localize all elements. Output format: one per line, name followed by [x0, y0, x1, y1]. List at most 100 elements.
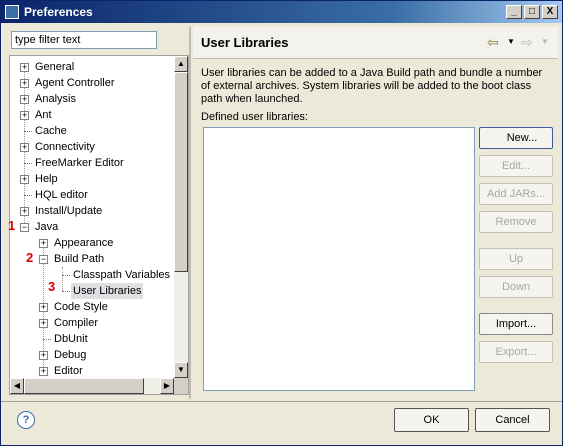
tree-item[interactable]: + General — [10, 59, 174, 75]
remove-button: Remove — [479, 211, 553, 233]
edit-button: Edit... — [479, 155, 553, 177]
expand-icon[interactable]: + — [39, 319, 48, 328]
tree-item[interactable]: − Java — [10, 219, 174, 235]
tree-horizontal-scrollbar[interactable]: ◀ ▶ — [10, 378, 174, 394]
scroll-left-icon[interactable]: ◀ — [10, 378, 24, 394]
tree-item[interactable]: User Libraries — [10, 283, 174, 299]
expand-icon[interactable]: + — [39, 367, 48, 376]
tree-item-label: Help — [35, 173, 58, 185]
tree-item[interactable]: + Appearance — [10, 235, 174, 251]
expand-icon[interactable]: + — [39, 303, 48, 312]
tree-item-label: Connectivity — [35, 141, 95, 153]
tree-item-label: Agent Controller — [35, 77, 115, 89]
preference-navigation: + General + Agent Controller + Analysis + Ant Ca… — [5, 27, 189, 399]
cancel-button[interactable]: Cancel — [475, 408, 550, 432]
tree-item-label: User Libraries — [71, 283, 144, 299]
ok-button[interactable]: OK — [394, 408, 469, 432]
tree-item-label: Debug — [54, 349, 87, 361]
tree-item-label: Install/Update — [35, 205, 103, 217]
preference-page: User Libraries ⇦ ▼ ⇨ ▼ User libraries ca… — [193, 27, 558, 399]
filter-input[interactable] — [11, 31, 157, 49]
export-button: Export... — [479, 341, 553, 363]
hscroll-thumb[interactable] — [24, 378, 144, 394]
expand-icon[interactable]: + — [20, 111, 29, 120]
tree-item[interactable]: + Install/Update — [10, 203, 174, 219]
tree-item-label: DbUnit — [54, 333, 88, 345]
expand-icon[interactable]: + — [20, 175, 29, 184]
tree-item[interactable]: Classpath Variables — [10, 267, 174, 283]
scroll-right-icon[interactable]: ▶ — [160, 378, 174, 394]
scroll-thumb[interactable] — [174, 72, 188, 272]
defined-libraries-label: Defined user libraries: — [201, 111, 308, 123]
import-button[interactable]: Import... — [479, 313, 553, 335]
tree-item[interactable]: + Help — [10, 171, 174, 187]
tree-item-label: FreeMarker Editor — [35, 157, 124, 169]
new-button[interactable]: New... — [479, 127, 553, 149]
tree-item[interactable]: Cache — [10, 123, 174, 139]
tree-item-label: Classpath Variables — [73, 269, 171, 281]
app-icon — [5, 5, 19, 19]
collapse-icon[interactable]: − — [39, 255, 48, 264]
tree-vertical-scrollbar[interactable]: ▲ ▼ — [174, 56, 188, 378]
scroll-corner — [174, 378, 188, 394]
window-title: Preferences — [24, 5, 93, 19]
expand-icon[interactable]: + — [39, 239, 48, 248]
tree-item-label: HQL editor — [35, 189, 88, 201]
tree-item[interactable]: FreeMarker Editor — [10, 155, 174, 171]
tree-item[interactable]: + Debug — [10, 347, 174, 363]
page-description: User libraries can be added to a Java Bu… — [201, 67, 543, 105]
help-icon[interactable]: ? — [17, 411, 35, 429]
tree-item-label: Appearance — [54, 237, 114, 249]
tree-leaf-connector — [43, 339, 51, 340]
tree-item[interactable]: + Connectivity — [10, 139, 174, 155]
tree-item[interactable]: + Code Style — [10, 299, 174, 315]
tree-item[interactable]: + Ant — [10, 107, 174, 123]
preferences-window: Preferences _ □ X + General + Agent Control… — [0, 0, 563, 446]
tree-leaf-connector — [24, 163, 32, 164]
tree-item-label: General — [35, 61, 75, 73]
back-dropdown-icon[interactable]: ▼ — [507, 37, 515, 46]
expand-icon[interactable]: + — [20, 207, 29, 216]
expand-icon[interactable]: + — [20, 95, 29, 104]
close-button[interactable]: X — [542, 5, 558, 19]
page-title: User Libraries — [201, 35, 289, 50]
tree-leaf-connector — [24, 131, 32, 132]
tree-item[interactable]: HQL editor — [10, 187, 174, 203]
bottom-separator — [1, 401, 562, 402]
tree-item[interactable]: + Agent Controller — [10, 75, 174, 91]
down-button: Down — [479, 276, 553, 298]
tree-item[interactable]: DbUnit — [10, 331, 174, 347]
tree-item[interactable]: + Compiler — [10, 315, 174, 331]
up-button: Up — [479, 248, 553, 270]
title-bar: Preferences _ □ X — [1, 1, 562, 23]
annotation-marker-3: 3 — [48, 279, 56, 294]
tree-item-label: Java — [35, 221, 59, 233]
tree-item[interactable]: + Analysis — [10, 91, 174, 107]
page-header: User Libraries ⇦ ▼ ⇨ ▼ — [193, 27, 558, 59]
tree-item-label: Editor — [54, 365, 83, 377]
pane-sash[interactable] — [189, 27, 191, 399]
expand-icon[interactable]: + — [39, 351, 48, 360]
tree-leaf-connector — [62, 275, 70, 276]
tree-item[interactable]: − Build Path — [10, 251, 174, 267]
tree-leaf-connector — [62, 291, 70, 292]
annotation-marker-2: 2 — [26, 250, 34, 265]
scroll-up-icon[interactable]: ▲ — [174, 56, 188, 72]
maximize-button[interactable]: □ — [524, 5, 540, 19]
tree-item-label: Analysis — [35, 93, 76, 105]
add-jars-button: Add JARs... — [479, 183, 553, 205]
tree-item-label: Compiler — [54, 317, 99, 329]
tree-item-label: Ant — [35, 109, 52, 121]
expand-icon[interactable]: + — [20, 143, 29, 152]
collapse-icon[interactable]: − — [20, 223, 29, 232]
user-libraries-list[interactable] — [203, 127, 475, 391]
expand-icon[interactable]: + — [20, 79, 29, 88]
expand-icon[interactable]: + — [20, 63, 29, 72]
forward-dropdown-icon: ▼ — [541, 37, 549, 46]
minimize-button[interactable]: _ — [506, 5, 522, 19]
scroll-down-icon[interactable]: ▼ — [174, 362, 188, 378]
tree-item-label: Code Style — [54, 301, 108, 313]
tree-item-label: Cache — [35, 125, 67, 137]
back-arrow-icon[interactable]: ⇦ — [487, 34, 499, 51]
tree-item[interactable]: + Editor — [10, 363, 174, 378]
